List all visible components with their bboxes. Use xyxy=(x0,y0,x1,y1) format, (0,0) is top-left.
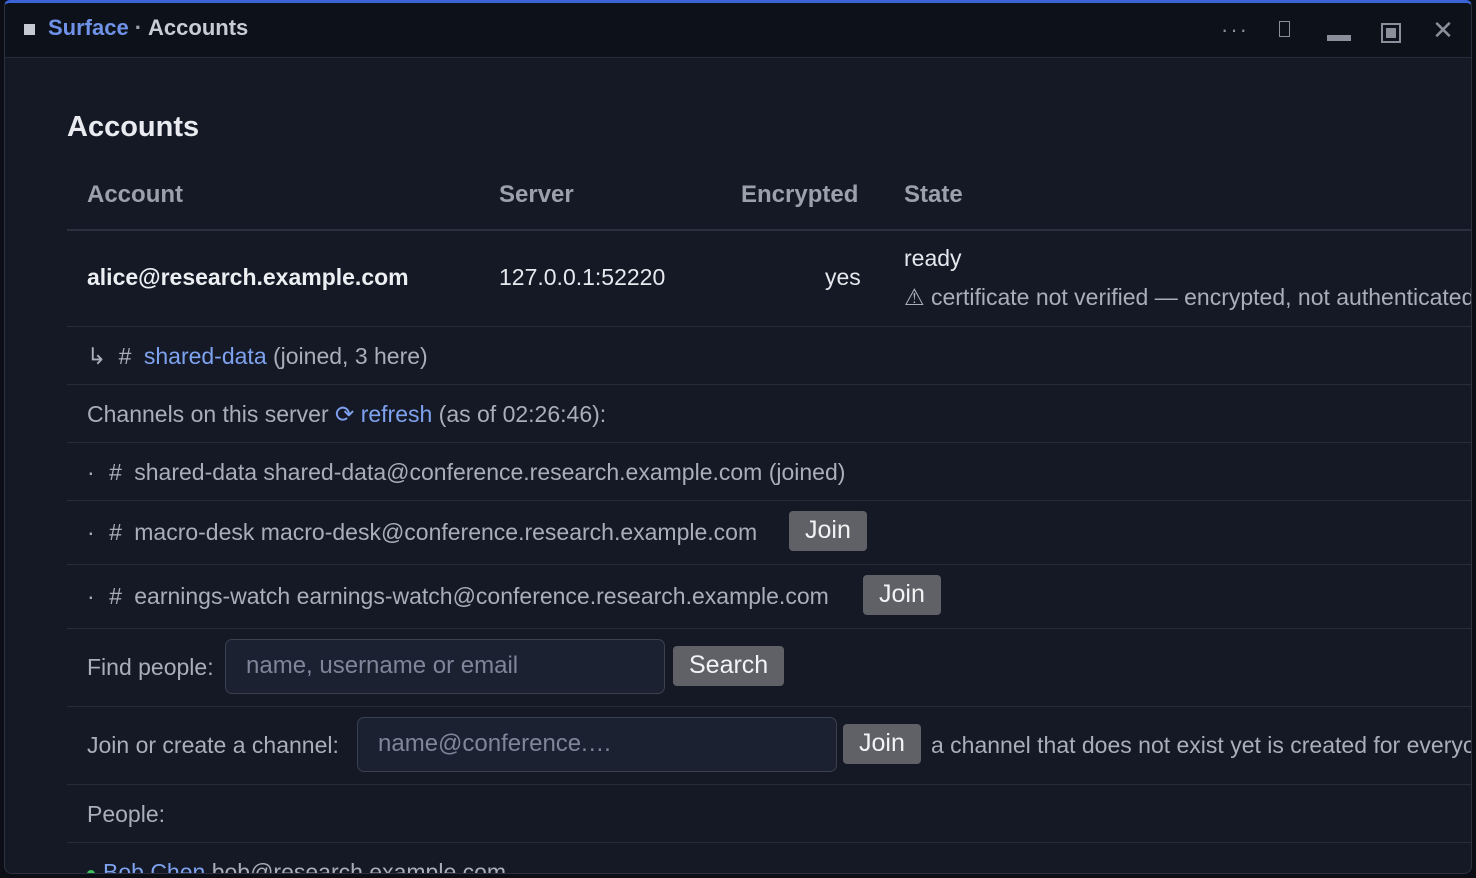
join-macro-desk-button[interactable]: Join xyxy=(789,511,867,551)
bullet: · xyxy=(87,519,95,545)
refresh-link[interactable]: ⟳ refresh xyxy=(335,401,432,427)
join-channel-button[interactable]: Join xyxy=(843,724,921,764)
app-window: Surface · Accounts ··· ✕ Accounts Account … xyxy=(4,0,1472,874)
channels-header-label: Channels on this server xyxy=(87,401,329,427)
channel-name: earnings-watch xyxy=(134,583,291,609)
page-title: Accounts xyxy=(67,111,200,143)
column-header-server: Server xyxy=(499,181,574,208)
refresh-label: refresh xyxy=(360,401,433,427)
joined-channel-row: ↳ # shared-data (joined, 3 here) xyxy=(67,327,1471,385)
person-name-link[interactable]: Bob Chen xyxy=(103,859,205,873)
bullet: · xyxy=(87,583,95,609)
channel-jid: earnings-watch@conference.research.examp… xyxy=(296,583,829,609)
window-title: Surface · Accounts xyxy=(48,15,248,41)
join-channel-label: Join or create a channel: xyxy=(87,732,339,758)
side-pane-icon[interactable] xyxy=(1279,21,1290,37)
brand-name[interactable]: Surface xyxy=(48,15,129,40)
find-people-input[interactable]: name, username or email xyxy=(225,639,665,694)
title-separator: · xyxy=(134,15,143,40)
channel-hash-icon: # xyxy=(118,343,132,369)
account-name: alice@research.example.com xyxy=(87,264,409,290)
channel-status: (joined) xyxy=(768,459,846,485)
channel-name: macro-desk xyxy=(134,519,255,545)
channel-jid: shared-data@conference.research.example.… xyxy=(263,459,763,485)
account-row[interactable]: alice@research.example.com 127.0.0.1:522… xyxy=(67,231,1472,327)
find-people-row: Find people: name, username or email Sea… xyxy=(67,629,1471,707)
column-header-account: Account xyxy=(87,181,183,208)
minimize-icon[interactable] xyxy=(1327,35,1351,41)
channels-timestamp: (as of 02:26:46): xyxy=(438,401,607,427)
server-address: 127.0.0.1:52220 xyxy=(499,264,666,290)
refresh-icon: ⟳ xyxy=(335,401,355,427)
bullet: · xyxy=(87,459,95,485)
channel-jid: macro-desk@conference.research.example.c… xyxy=(260,519,758,545)
channel-row: · # earnings-watch earnings-watch@confer… xyxy=(67,565,1471,629)
channel-row: · # macro-desk macro-desk@conference.res… xyxy=(67,501,1471,565)
channel-row: · # shared-data shared-data@conference.r… xyxy=(67,443,1471,501)
state-value: ready xyxy=(904,245,962,271)
maximize-icon[interactable] xyxy=(1381,23,1401,43)
joined-channel-status: (joined, 3 here) xyxy=(273,343,428,369)
person-email: bob@research.example.com xyxy=(211,859,507,874)
search-button[interactable]: Search xyxy=(673,646,785,686)
channel-hash-icon: # xyxy=(109,519,122,545)
find-people-label: Find people: xyxy=(87,654,214,680)
join-channel-hint: a channel that does not exist yet is cre… xyxy=(931,732,1472,758)
close-icon[interactable]: ✕ xyxy=(1429,17,1457,43)
app-icon xyxy=(24,24,35,35)
page-name: Accounts xyxy=(148,15,249,40)
joined-channel-link[interactable]: shared-data xyxy=(144,343,267,369)
channel-address-input[interactable]: name@conference.… xyxy=(357,717,837,772)
online-status-icon xyxy=(87,869,95,873)
table-header: Account Server Encrypted State xyxy=(67,167,1471,231)
column-header-state: State xyxy=(904,181,963,208)
channel-name: shared-data xyxy=(134,459,257,485)
sub-item-arrow-icon: ↳ xyxy=(87,343,107,369)
more-options-icon[interactable]: ··· xyxy=(1215,17,1255,43)
title-bar: Surface · Accounts ··· ✕ xyxy=(5,3,1471,58)
join-earnings-watch-button[interactable]: Join xyxy=(863,575,941,615)
accounts-table: Account Server Encrypted State alice@res… xyxy=(67,167,1472,874)
join-channel-row: Join or create a channel: name@conferenc… xyxy=(67,707,1472,785)
channel-hash-icon: # xyxy=(109,459,122,485)
column-header-encrypted: Encrypted xyxy=(741,181,859,208)
channels-header-row: Channels on this server ⟳ refresh (as of… xyxy=(67,385,1471,443)
main-content: Accounts Account Server Encrypted State … xyxy=(67,59,1471,873)
people-label: People: xyxy=(87,801,166,827)
channel-hash-icon: # xyxy=(109,583,122,609)
people-header-row: People: xyxy=(67,785,1471,843)
certificate-warning: ⚠ certificate not verified — encrypted, … xyxy=(904,284,1472,310)
encrypted-value: yes xyxy=(825,264,861,290)
person-row[interactable]: Bob Chen bob@research.example.com xyxy=(67,843,1471,874)
